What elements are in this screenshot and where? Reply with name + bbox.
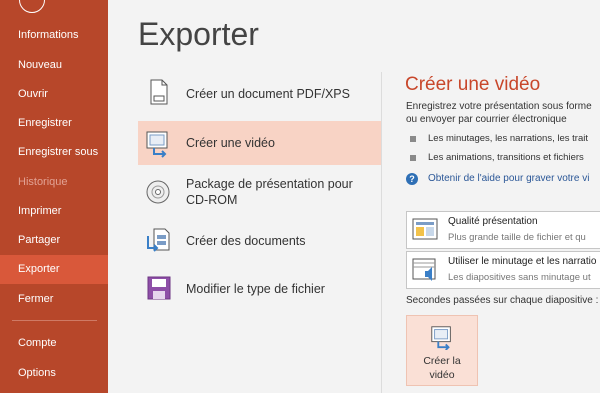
presentation-quality-icon — [412, 218, 438, 240]
pdf-document-icon — [150, 79, 168, 105]
export-option-label: Modifier le type de fichier — [186, 282, 325, 296]
bullet-item: Les animations, transitions et fichiers — [428, 152, 584, 163]
bullet-icon — [410, 155, 416, 161]
sidebar-item-partager[interactable]: Partager — [0, 226, 108, 255]
quality-subtitle: Plus grande taille de fichier et qu — [448, 232, 586, 243]
create-video-label-line2: vidéo — [429, 369, 455, 381]
sidebar-item-options[interactable]: Options — [0, 359, 108, 388]
handouts-icon — [147, 228, 170, 252]
export-option-label: Créer des documents — [186, 234, 306, 248]
sidebar-item-ouvrir[interactable]: Ouvrir — [0, 80, 108, 109]
cd-rom-icon — [146, 180, 170, 204]
create-video-label: Créer la vidéo — [407, 354, 477, 382]
quality-title: Qualité présentation — [448, 216, 538, 227]
detail-description-line1: Enregistrez votre présentation sous form… — [406, 101, 592, 112]
export-option-cd-rom[interactable]: Package de présentation pour CD-ROM — [138, 171, 382, 215]
sidebar-item-nouveau[interactable]: Nouveau — [0, 51, 108, 80]
seconds-per-slide-label: Secondes passées sur chaque diapositive … — [406, 295, 599, 306]
sidebar-item-compte[interactable]: Compte — [0, 329, 108, 358]
page-title: Exporter — [138, 16, 259, 52]
sidebar-item-fermer[interactable]: Fermer — [0, 285, 108, 314]
sidebar-divider — [12, 320, 97, 321]
export-option-label-line2: CD-ROM — [186, 193, 238, 207]
sidebar-item-historique: Historique — [18, 176, 68, 188]
sidebar-item-imprimer[interactable]: Imprimer — [0, 197, 108, 226]
export-option-video[interactable]: Créer une vidéo — [138, 121, 382, 165]
export-option-label: Créer un document PDF/XPS — [186, 87, 350, 101]
export-option-pdf-xps[interactable]: Créer un document PDF/XPS — [138, 71, 382, 115]
pane-divider — [381, 72, 382, 393]
detail-description-line2: ou envoyer par courrier électronique — [406, 114, 567, 125]
file-type-icon — [147, 276, 171, 300]
create-video-button[interactable]: Créer la vidéo — [406, 315, 478, 386]
sidebar-item-exporter[interactable]: Exporter — [0, 255, 108, 284]
sidebar-item-enregistrer[interactable]: Enregistrer — [0, 109, 108, 138]
backstage-sidebar: Informations Nouveau Ouvrir Enregistrer … — [0, 0, 108, 393]
help-icon: ? — [406, 173, 418, 185]
export-option-label: Créer une vidéo — [186, 136, 275, 150]
create-video-label-line1: Créer la — [423, 355, 461, 367]
detail-description: Enregistrez votre présentation sous form… — [406, 100, 592, 126]
timing-narration-icon — [412, 258, 436, 281]
timing-title: Utiliser le minutage et les narratio — [448, 256, 597, 267]
quality-dropdown[interactable]: Qualité présentation Plus grande taille … — [406, 211, 600, 249]
help-link[interactable]: Obtenir de l'aide pour graver votre vi — [428, 173, 589, 184]
timing-subtitle: Les diapositives sans minutage ut — [448, 272, 591, 283]
detail-title: Créer une vidéo — [405, 74, 541, 95]
bullet-icon — [410, 136, 416, 142]
video-icon — [431, 326, 451, 350]
export-option-label-line1: Package de présentation pour — [186, 177, 353, 191]
export-option-documents[interactable]: Créer des documents — [138, 219, 382, 263]
bullet-item: Les minutages, les narrations, les trait — [428, 133, 588, 144]
timing-dropdown[interactable]: Utiliser le minutage et les narratio Les… — [406, 251, 600, 289]
export-option-file-type[interactable]: Modifier le type de fichier — [138, 267, 382, 311]
back-arrow-icon[interactable] — [19, 0, 45, 13]
sidebar-item-informations[interactable]: Informations — [0, 21, 108, 50]
sidebar-item-enregistrer-sous[interactable]: Enregistrer sous — [0, 138, 108, 167]
video-icon — [146, 131, 168, 158]
